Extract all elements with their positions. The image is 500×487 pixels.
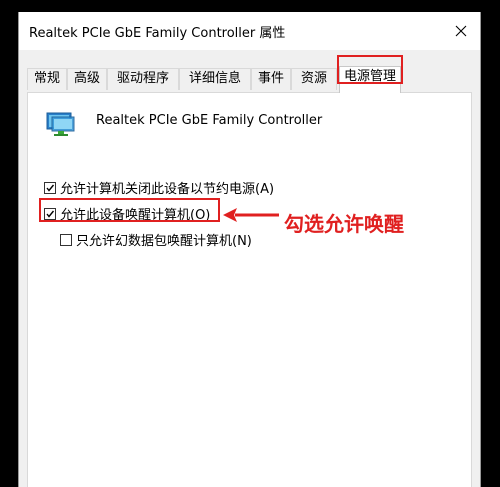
annotation-text: 勾选允许唤醒 — [284, 212, 404, 236]
allow-wake-label: 允许此设备唤醒计算机(O) — [60, 208, 211, 223]
allow-wake-option[interactable]: 允许此设备唤醒计算机(O) — [44, 204, 210, 223]
tab-advanced[interactable]: 高级 — [67, 68, 107, 90]
properties-dialog: Realtek PCIe GbE Family Controller 属性 常规… — [18, 12, 481, 487]
device-name: Realtek PCIe GbE Family Controller — [96, 113, 323, 128]
title-bar: Realtek PCIe GbE Family Controller 属性 — [19, 12, 480, 50]
tab-general[interactable]: 常规 — [27, 68, 67, 90]
allow-power-off-label: 允许计算机关闭此设备以节约电源(A) — [60, 182, 275, 197]
close-button[interactable] — [442, 12, 480, 50]
tab-events[interactable]: 事件 — [251, 68, 291, 90]
tab-strip: 常规 高级 驱动程序 详细信息 事件 资源 电源管理 — [19, 50, 480, 94]
allow-power-off-checkbox[interactable] — [44, 181, 56, 194]
close-icon — [455, 25, 467, 37]
allow-power-off-option[interactable]: 允许计算机关闭此设备以节约电源(A) — [44, 178, 274, 197]
magic-packet-option[interactable]: 只允许幻数据包唤醒计算机(N) — [60, 230, 252, 249]
magic-packet-label: 只允许幻数据包唤醒计算机(N) — [76, 234, 252, 249]
arrow-left-icon — [223, 208, 279, 222]
tab-resources[interactable]: 资源 — [291, 68, 337, 90]
allow-wake-checkbox[interactable] — [44, 207, 56, 220]
tab-driver[interactable]: 驱动程序 — [107, 68, 179, 90]
network-adapter-icon — [46, 112, 75, 136]
tab-power-management[interactable]: 电源管理 — [339, 66, 401, 93]
checkmark-icon — [46, 184, 55, 192]
tab-details[interactable]: 详细信息 — [179, 68, 251, 90]
window-title: Realtek PCIe GbE Family Controller 属性 — [29, 26, 286, 41]
checkmark-icon — [46, 210, 55, 218]
power-management-panel: Realtek PCIe GbE Family Controller 允许计算机… — [27, 92, 472, 487]
magic-packet-checkbox[interactable] — [60, 233, 72, 246]
